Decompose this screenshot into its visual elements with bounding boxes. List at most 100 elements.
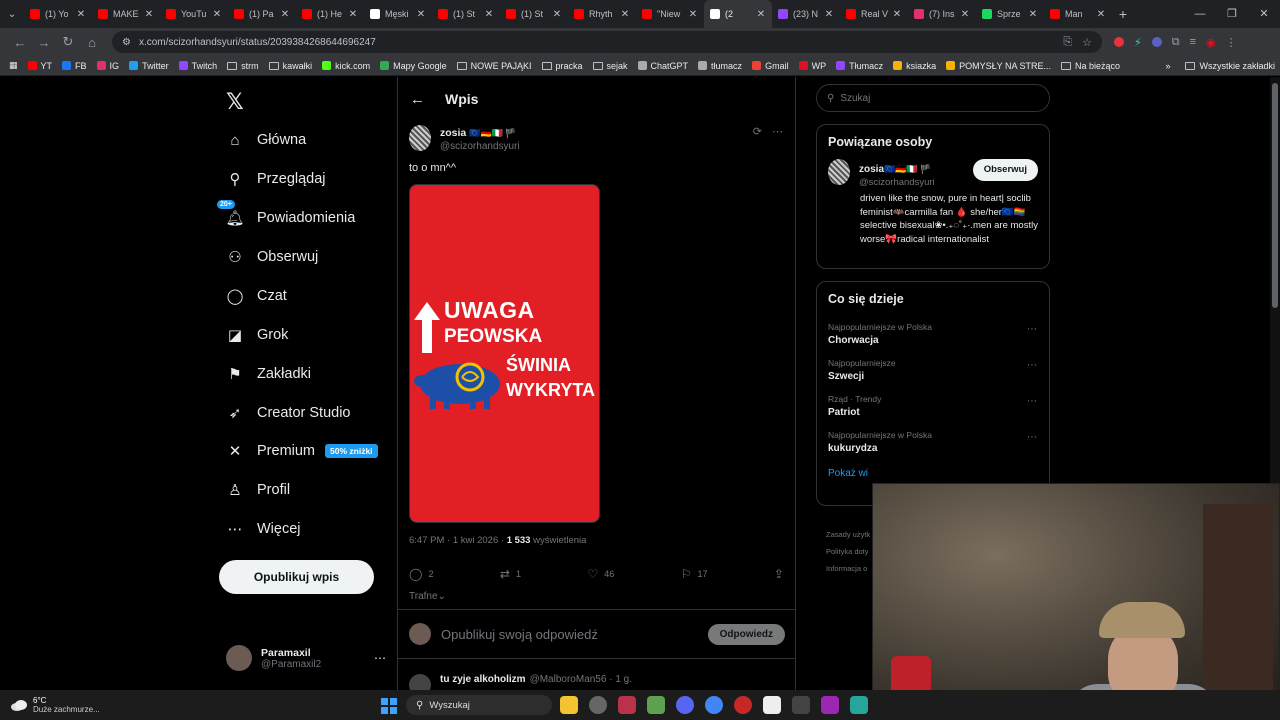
all-bookmarks-folder[interactable]: Wszystkie zakładki [1180, 61, 1280, 71]
post-timestamp[interactable]: 6:47 PM · 1 kwi 2026 · [409, 535, 507, 546]
profile-avatar-icon[interactable]: ◉ [1206, 36, 1216, 49]
back-arrow-icon[interactable]: ← [410, 91, 425, 108]
weather-widget[interactable]: 6°C Duże zachmurze... [0, 696, 200, 714]
nav-item[interactable]: 🔔︎ 20+ Powiadomienia [217, 200, 355, 233]
share-button[interactable]: ⇪ [774, 567, 784, 581]
record-extension-icon[interactable] [1114, 37, 1124, 47]
tab-close-icon[interactable]: ✕ [416, 9, 426, 20]
tab-close-icon[interactable]: ✕ [76, 9, 86, 20]
browser-tab[interactable]: Sprze ✕ [976, 0, 1044, 28]
browser-tab[interactable]: "Niew ✕ [636, 0, 704, 28]
windows-start-icon[interactable] [381, 698, 397, 714]
related-name[interactable]: zosia [859, 164, 884, 175]
footer-link[interactable]: Zasady użytk [826, 526, 870, 543]
app-icon[interactable] [821, 696, 839, 714]
nav-item[interactable]: ⋯ Więcej [226, 514, 301, 544]
nav-item[interactable]: ➶ Creator Studio [226, 398, 351, 428]
trend-item[interactable]: Rząd · Trendy Patriot ⋯ [817, 388, 1049, 424]
tab-close-icon[interactable]: ✕ [280, 9, 290, 20]
back-icon[interactable]: ← [8, 35, 32, 50]
maximize-button[interactable]: ❐ [1216, 0, 1248, 28]
tab-close-icon[interactable]: ✕ [552, 9, 562, 20]
bookmark-item[interactable]: kawałki [264, 61, 318, 71]
bookmark-item[interactable]: FB [57, 61, 92, 71]
extension-circle-icon[interactable] [1151, 37, 1162, 47]
bookmark-item[interactable]: NOWE PAJĄKI [452, 61, 537, 71]
bookmark-button[interactable]: ⚐ 17 [681, 567, 708, 581]
author-avatar[interactable] [409, 124, 431, 151]
nav-item[interactable]: ⌂ Główna [226, 125, 306, 155]
nav-item[interactable]: ⚲ Przeglądaj [226, 164, 326, 194]
bookmark-item[interactable]: pracka [537, 61, 588, 71]
extensions-puzzle-icon[interactable]: ⧉ [1172, 36, 1180, 49]
tab-close-icon[interactable]: ✕ [824, 9, 834, 20]
reply-sort-dropdown[interactable]: Trafne⌄ [409, 591, 446, 602]
like-button[interactable]: ♡ 46 [587, 567, 614, 581]
x-logo-icon[interactable]: 𝕏 [226, 89, 244, 115]
tab-close-icon[interactable]: ✕ [212, 9, 222, 20]
reload-icon[interactable]: ↻ [56, 34, 80, 50]
browser-tab[interactable]: (1) St ✕ [500, 0, 568, 28]
bookmark-item[interactable]: ChatGPT [633, 61, 694, 71]
tab-close-icon[interactable]: ✕ [756, 9, 766, 20]
browser-tab[interactable]: Rhyth ✕ [568, 0, 636, 28]
browser-tab[interactable]: (7) Ins ✕ [908, 0, 976, 28]
close-window-button[interactable]: ✕ [1248, 0, 1280, 28]
tab-close-icon[interactable]: ✕ [960, 9, 970, 20]
browser-tab[interactable]: MAKE ✕ [92, 0, 160, 28]
nav-item[interactable]: ⚇ Obserwuj [226, 242, 318, 272]
taskbar-search[interactable]: ⚲ Wyszukaj [406, 695, 552, 715]
author-handle[interactable]: @scizorhandsyuri [440, 141, 520, 152]
browser-tab[interactable]: (1) He ✕ [296, 0, 364, 28]
post-author[interactable]: zosia 🇪🇺🇩🇪🇮🇹 🏴 @scizorhandsyuri [409, 123, 520, 152]
app-icon[interactable] [647, 696, 665, 714]
browser-tab[interactable]: YouTu ✕ [160, 0, 228, 28]
bookmark-item[interactable]: Mapy Google [375, 61, 452, 71]
nav-item[interactable]: ✕ Premium 50% zniżki [226, 436, 378, 466]
search-input[interactable]: ⚲ Szukaj [816, 84, 1050, 112]
footer-link[interactable]: Informacja o [826, 560, 870, 577]
bookmark-item[interactable]: Twitch [174, 61, 223, 71]
app-icon[interactable] [589, 696, 607, 714]
bookmark-item[interactable]: sejak [588, 61, 633, 71]
file-explorer-icon[interactable] [560, 696, 578, 714]
url-field[interactable]: ⚙ x.com/scizorhandsyuri/status/203938426… [112, 31, 1102, 53]
browser-tab[interactable]: Man ✕ [1044, 0, 1112, 28]
follow-button[interactable]: Obserwuj [972, 159, 1038, 181]
related-person[interactable]: zosia🇪🇺🇩🇪🇮🇹 🏴 @scizorhandsyuri Obserwuj [817, 159, 1049, 188]
minimize-button[interactable]: — [1184, 0, 1216, 28]
post-more-icon[interactable]: ⋯ [772, 125, 783, 138]
more-dots-icon[interactable]: ⋯ [374, 651, 386, 665]
browser-tab[interactable]: (1) Yo ✕ [24, 0, 92, 28]
trend-item[interactable]: Najpopularniejsze w Polska Chorwacja ⋯ [817, 316, 1049, 352]
post-image[interactable]: UWAGA PEOWSKA ŚWINIA WYKRYTA [409, 184, 600, 523]
trend-item[interactable]: Najpopularniejsze Szwecji ⋯ [817, 352, 1049, 388]
reply-submit-button[interactable]: Odpowiedz [707, 623, 785, 645]
bookmark-item[interactable]: strm [222, 61, 264, 71]
post-button[interactable]: Opublikuj wpis [219, 560, 374, 594]
nav-item[interactable]: ◯ Czat [226, 281, 287, 311]
discord-icon[interactable] [676, 696, 694, 714]
home-button-icon[interactable]: ⌂ [80, 35, 104, 50]
reply-input[interactable]: Opublikuj swoją odpowiedź [441, 627, 708, 642]
bookmark-item[interactable]: kick.com [317, 61, 375, 71]
site-info-icon[interactable]: ⚙ [122, 37, 131, 48]
bookmarks-overflow[interactable]: » [1155, 61, 1180, 71]
reply-button[interactable]: ◯ 2 [409, 567, 433, 581]
media-control-icon[interactable]: ≡ [1190, 36, 1196, 48]
browser-tab[interactable]: (2 ✕ [704, 0, 772, 28]
nav-item[interactable]: ♙ Profil [226, 475, 290, 505]
browser-tab[interactable]: (1) St ✕ [432, 0, 500, 28]
bookmark-item[interactable]: tłumacz [693, 61, 747, 71]
scrollbar-thumb[interactable] [1272, 83, 1278, 308]
browser-tab[interactable]: Męski ✕ [364, 0, 432, 28]
bookmark-item[interactable]: POMYSŁY NA STRE... [941, 61, 1056, 71]
chrome-icon[interactable] [705, 696, 723, 714]
tab-close-icon[interactable]: ✕ [620, 9, 630, 20]
footer-link[interactable]: Polityka doty [826, 543, 870, 560]
tab-close-icon[interactable]: ✕ [348, 9, 358, 20]
browser-tab[interactable]: (23) N ✕ [772, 0, 840, 28]
reply-item[interactable]: tu zyje alkoholizm @MalboroMan56 · 1 g. [409, 674, 632, 690]
bookmark-item[interactable]: YT [23, 61, 58, 71]
forward-icon[interactable]: → [32, 35, 56, 50]
